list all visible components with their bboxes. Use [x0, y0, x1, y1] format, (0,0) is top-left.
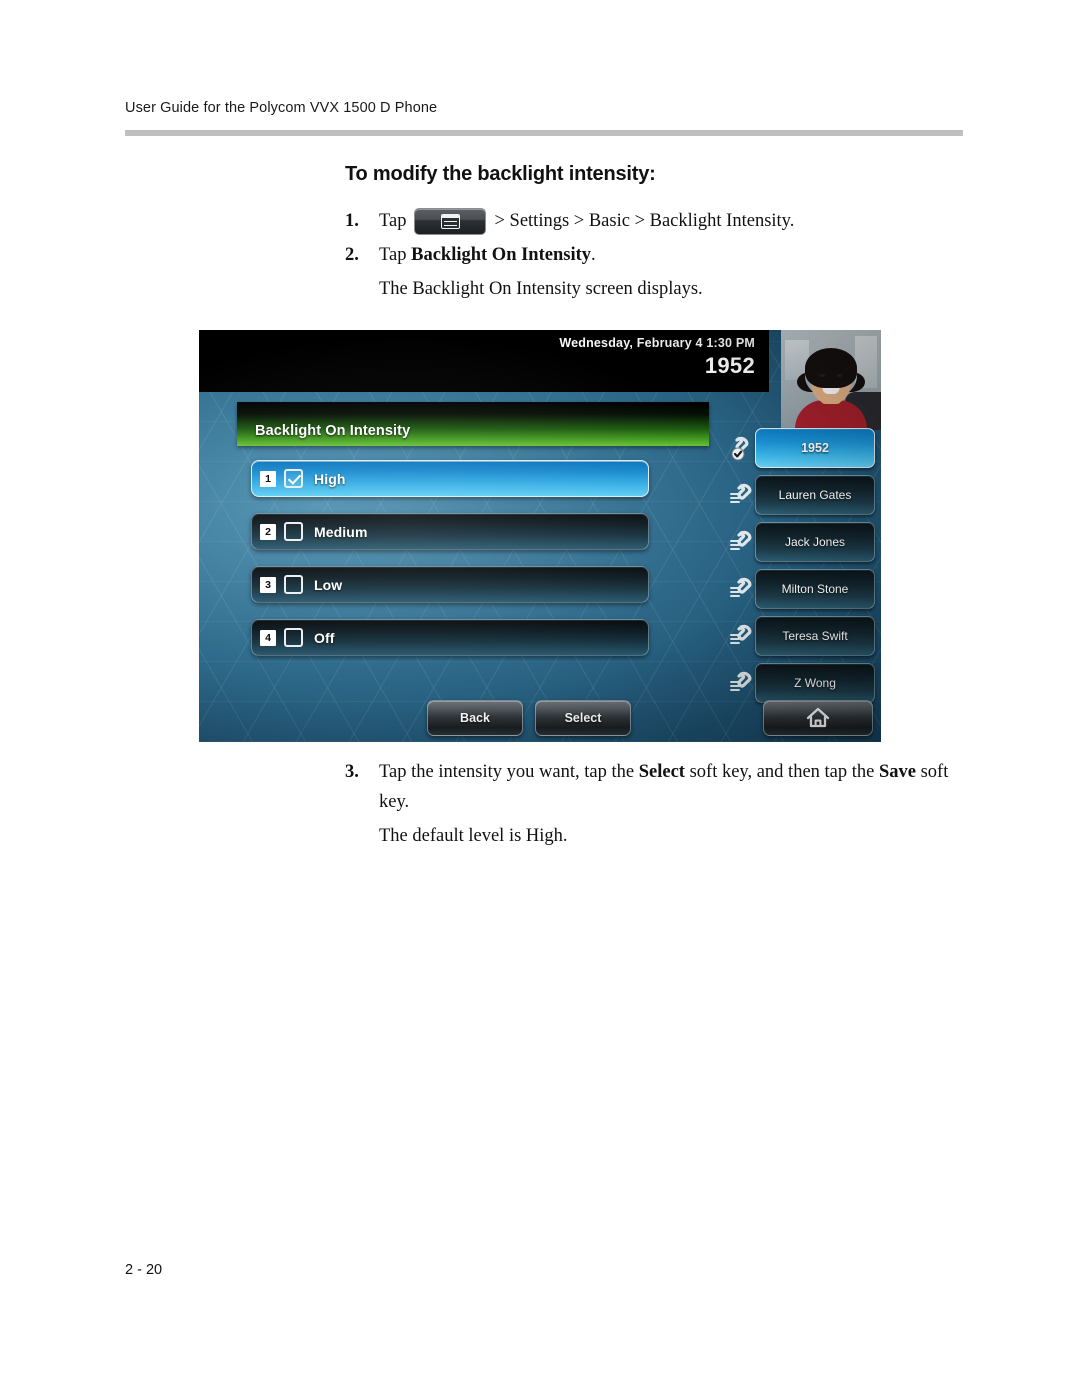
page-header: User Guide for the Polycom VVX 1500 D Ph…: [125, 100, 963, 116]
option-label-off: Off: [314, 629, 335, 646]
option-index-3: 3: [260, 576, 276, 593]
procedure-steps: 1. Tap > Settings > Basic > Backlight In…: [345, 206, 965, 305]
step-3-bold-select: Select: [638, 762, 685, 782]
step-3-result-text: The default level is High.: [379, 826, 568, 846]
menu-title-bar: Backlight On Intensity: [237, 402, 709, 446]
option-label-medium: Medium: [314, 523, 368, 540]
backlight-intensity-option-list: 1 High 2 Medium 3 Low 4 Off: [251, 460, 649, 672]
step-2: 2. Tap Backlight On Intensity.: [345, 240, 965, 270]
step-3: 3. Tap the intensity you want, tap the S…: [345, 757, 965, 817]
checkbox-off-icon[interactable]: [284, 628, 303, 647]
speed-dial-line-icon: [730, 577, 752, 597]
line-key-label-z-wong: Z Wong: [794, 676, 836, 690]
line-key-label-jack-jones: Jack Jones: [784, 535, 846, 549]
status-extension: 1952: [704, 353, 755, 378]
option-label-low: Low: [314, 576, 343, 593]
registered-line-icon: [731, 436, 749, 461]
option-label-high: High: [314, 470, 346, 487]
option-row-low[interactable]: 3 Low: [251, 566, 649, 603]
line-key-panel: 1952 Lauren Gates Jack Jones Milton Ston…: [730, 428, 875, 710]
option-row-medium[interactable]: 2 Medium: [251, 513, 649, 550]
speed-dial-line-icon: [730, 530, 752, 550]
checkbox-low-icon[interactable]: [284, 575, 303, 594]
running-header-title: User Guide for the Polycom VVX 1500 D Ph…: [125, 100, 438, 116]
line-key-jack-jones[interactable]: Jack Jones: [730, 522, 875, 562]
option-index-1: 1: [260, 470, 276, 487]
video-person-hair: [805, 348, 857, 388]
line-key-label-lauren-gates: Lauren Gates: [778, 488, 852, 502]
step-3-part2: soft key, and then tap the: [684, 762, 879, 782]
speed-dial-line-icon: [730, 624, 752, 644]
step-1-prefix: Tap: [379, 211, 407, 231]
status-bar: Wednesday, February 4 1:30 PM 1952: [199, 330, 769, 392]
speed-dial-line-icon: [730, 483, 752, 503]
back-soft-key[interactable]: Back: [427, 700, 523, 736]
step-2-text: Tap: [379, 245, 412, 265]
menu-glyph: [440, 213, 460, 229]
video-person-eye-right: [837, 374, 842, 377]
speed-dial-line-icon: [730, 671, 752, 691]
step-1-suffix: > Settings > Basic > Backlight Intensity…: [494, 211, 795, 231]
procedure-steps-continued: 3. Tap the intensity you want, tap the S…: [345, 757, 965, 852]
line-key-label-teresa-swift: Teresa Swift: [782, 629, 848, 643]
video-person-eye-left: [820, 374, 825, 377]
line-key-1952[interactable]: 1952: [731, 428, 875, 468]
step-3-number: 3.: [345, 762, 359, 782]
step-3-part1: Tap the intensity you want, tap the: [379, 762, 639, 782]
line-key-lauren-gates[interactable]: Lauren Gates: [730, 475, 875, 515]
step-2-body: Tap Backlight On Intensity.: [379, 240, 965, 270]
checkbox-high-icon[interactable]: [284, 469, 303, 488]
step-2-result-text: The Backlight On Intensity screen displa…: [379, 279, 703, 299]
option-index-2: 2: [260, 523, 276, 540]
video-wall-panel: [855, 336, 877, 388]
home-icon: [806, 707, 830, 728]
step-3-bold-save: Save: [878, 762, 916, 782]
home-menu-key-icon: [414, 207, 487, 235]
phone-screen-figure: Wednesday, February 4 1:30 PM 1952 Backl…: [199, 330, 881, 742]
step-1: 1. Tap > Settings > Basic > Backlight In…: [345, 206, 965, 236]
step-3-body: Tap the intensity you want, tap the Sele…: [379, 757, 965, 817]
header-divider-rule: [125, 130, 963, 136]
line-key-label-1952: 1952: [801, 441, 829, 455]
line-key-milton-stone[interactable]: Milton Stone: [730, 569, 875, 609]
checkbox-medium-icon[interactable]: [284, 522, 303, 541]
option-row-off[interactable]: 4 Off: [251, 619, 649, 656]
select-soft-key[interactable]: Select: [535, 700, 631, 736]
page-number-footer: 2 - 20: [125, 1262, 163, 1278]
page-title: To modify the backlight intensity:: [345, 163, 656, 185]
line-key-teresa-swift[interactable]: Teresa Swift: [730, 616, 875, 656]
step-2-emphasis: Backlight On Intensity: [411, 245, 592, 265]
select-soft-key-label: Select: [564, 711, 602, 725]
step-2-tail: .: [591, 245, 596, 265]
step-2-number: 2.: [345, 245, 359, 265]
option-index-4: 4: [260, 629, 276, 646]
status-date-time: Wednesday, February 4 1:30 PM: [559, 336, 755, 350]
option-row-high[interactable]: 1 High: [251, 460, 649, 497]
self-view-video[interactable]: [781, 330, 881, 430]
back-soft-key-label: Back: [460, 711, 490, 725]
home-soft-key[interactable]: [763, 700, 873, 736]
step-1-body: Tap > Settings > Basic > Backlight Inten…: [379, 206, 965, 236]
soft-key-bar: Back Select: [199, 696, 881, 736]
step-1-number: 1.: [345, 211, 359, 231]
line-key-label-milton-stone: Milton Stone: [781, 582, 849, 596]
menu-title-label: Backlight On Intensity: [255, 423, 411, 439]
